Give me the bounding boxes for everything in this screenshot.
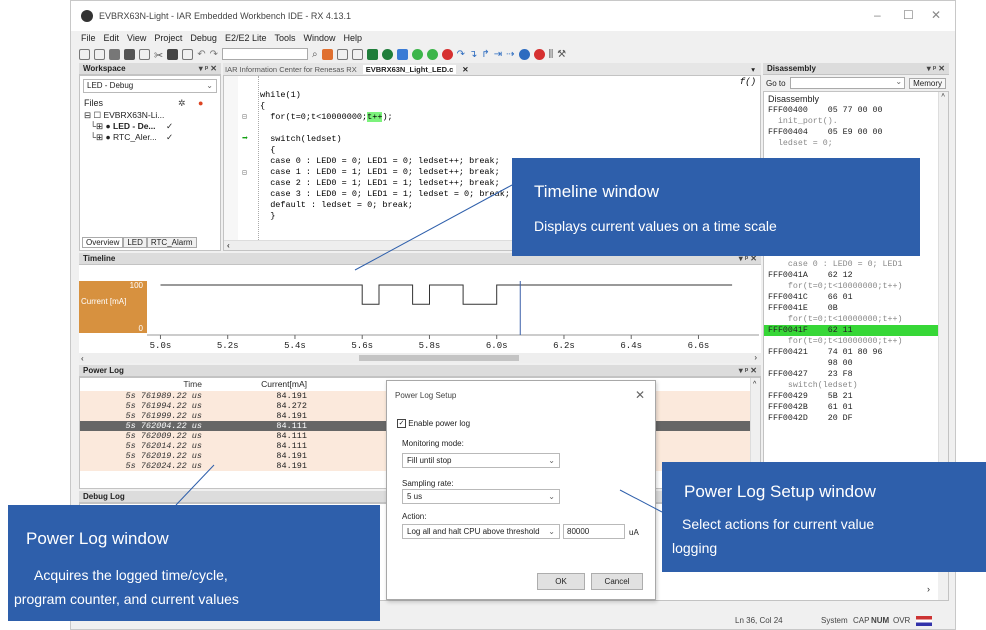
timeline-pointer-line [354, 184, 513, 271]
timeline-callout-desc: Displays current values on a time scale [534, 218, 777, 234]
powerlog-pointer-line [175, 464, 215, 506]
setup-callout-desc1: Select actions for current value [682, 516, 875, 532]
powerlog-callout: Power Log window Acquires the logged tim… [8, 505, 380, 621]
setup-callout-title: Power Log Setup window [684, 482, 876, 501]
powerlog-callout-title: Power Log window [26, 529, 169, 548]
setup-pointer-line [619, 489, 663, 513]
setup-callout: Power Log Setup window Select actions fo… [662, 462, 986, 572]
setup-callout-desc2: logging [672, 540, 718, 556]
timeline-callout-title: Timeline window [534, 182, 660, 201]
timeline-callout: Timeline window Displays current values … [512, 158, 920, 256]
powerlog-callout-desc2: program counter, and current values [14, 591, 239, 607]
powerlog-callout-desc1: Acquires the logged time/cycle, [34, 567, 228, 583]
